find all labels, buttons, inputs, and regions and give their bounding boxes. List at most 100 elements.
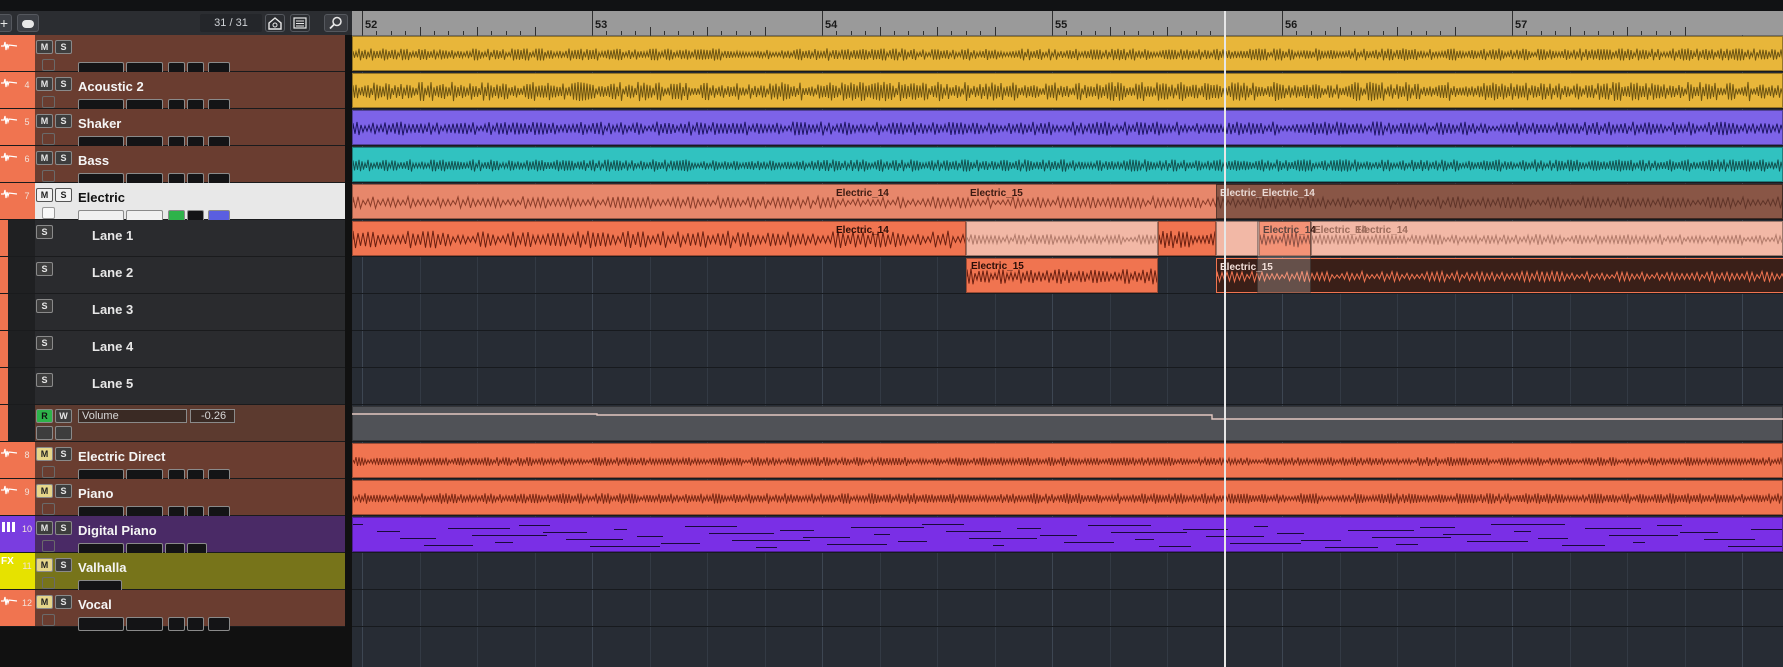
- track-row[interactable]: S Lane 3: [0, 294, 345, 331]
- track-name[interactable]: Bass: [78, 153, 109, 168]
- mute-button[interactable]: M: [36, 40, 53, 54]
- record-monitor-buttons[interactable]: [78, 617, 124, 631]
- track-checkbox[interactable]: [42, 133, 55, 145]
- solo-button[interactable]: S: [55, 40, 72, 54]
- solo-button[interactable]: S: [55, 114, 72, 128]
- lane-background: [352, 331, 1783, 368]
- track-row[interactable]: 9 M S Piano: [0, 479, 345, 520]
- add-track-button[interactable]: +: [0, 14, 12, 32]
- midi-region[interactable]: [352, 517, 1783, 552]
- automation-options-icon[interactable]: [36, 426, 53, 440]
- solo-button[interactable]: S: [55, 484, 72, 498]
- solo-button[interactable]: S: [36, 336, 53, 350]
- track-name[interactable]: Shaker: [78, 116, 121, 131]
- track-row[interactable]: S Lane 5: [0, 368, 345, 405]
- track-checkbox[interactable]: [42, 577, 55, 589]
- solo-button[interactable]: S: [55, 595, 72, 609]
- audio-region[interactable]: [352, 147, 1783, 182]
- beat-tick: [1339, 27, 1341, 35]
- edit-buttons[interactable]: [126, 617, 163, 631]
- solo-button[interactable]: S: [55, 558, 72, 572]
- audio-region[interactable]: [352, 36, 1783, 71]
- lane-background: [352, 590, 1783, 627]
- write-automation-button[interactable]: [187, 617, 204, 631]
- solo-button[interactable]: S: [36, 373, 53, 387]
- midi-note: [353, 524, 363, 525]
- solo-button[interactable]: S: [55, 151, 72, 165]
- home-button[interactable]: [265, 14, 285, 32]
- automation-read-button[interactable]: R: [36, 409, 53, 423]
- mute-button[interactable]: M: [36, 188, 53, 202]
- track-row[interactable]: S Lane 1: [0, 220, 345, 257]
- track-checkbox[interactable]: [42, 170, 55, 182]
- track-row[interactable]: S Lane 2: [0, 257, 345, 294]
- track-row[interactable]: 4 M S Acoustic 2: [0, 72, 345, 113]
- track-row[interactable]: FX 11 M S Valhalla: [0, 553, 345, 594]
- mute-button[interactable]: M: [36, 151, 53, 165]
- mute-button[interactable]: M: [36, 521, 53, 535]
- track-row[interactable]: 7 M S Electric: [0, 183, 345, 224]
- track-checkbox[interactable]: [42, 540, 55, 552]
- mute-button[interactable]: M: [36, 114, 53, 128]
- mute-button[interactable]: M: [36, 558, 53, 572]
- automation-write-button[interactable]: W: [55, 409, 72, 423]
- lock-icon[interactable]: [55, 426, 72, 440]
- ruler[interactable]: 52 53 54 55 56 57: [352, 11, 1783, 36]
- track-checkbox[interactable]: [42, 59, 55, 71]
- track-checkbox[interactable]: [42, 96, 55, 108]
- track-name[interactable]: Electric Direct: [78, 449, 165, 464]
- beat-tick: [649, 27, 651, 35]
- track-row[interactable]: 12 M S Vocal: [0, 590, 345, 631]
- track-checkbox[interactable]: [42, 466, 55, 478]
- track-name[interactable]: Digital Piano: [78, 523, 157, 538]
- track-row[interactable]: 10 M S Digital Piano: [0, 516, 345, 557]
- track-name[interactable]: Electric: [78, 190, 125, 205]
- mute-button[interactable]: M: [36, 447, 53, 461]
- mute-button[interactable]: M: [36, 595, 53, 609]
- audio-region[interactable]: [352, 443, 1783, 478]
- read-automation-button[interactable]: [168, 617, 185, 631]
- audio-region[interactable]: [352, 73, 1783, 108]
- audio-region[interactable]: [352, 110, 1783, 145]
- solo-button[interactable]: S: [55, 521, 72, 535]
- midi-note: [1609, 535, 1679, 536]
- track-row[interactable]: 8 M S Electric Direct: [0, 442, 345, 483]
- track-name[interactable]: Piano: [78, 486, 113, 501]
- track-row[interactable]: R W Volume -0.26: [0, 405, 345, 442]
- track-row[interactable]: 5 M S Shaker: [0, 109, 345, 150]
- track-name[interactable]: Acoustic 2: [78, 79, 144, 94]
- automation-curve[interactable]: [352, 405, 1783, 442]
- playhead-cursor[interactable]: [1224, 11, 1226, 667]
- audio-region[interactable]: [352, 480, 1783, 515]
- audio-region[interactable]: [1216, 221, 1259, 256]
- audio-region[interactable]: [1158, 221, 1216, 256]
- cloud-button[interactable]: [17, 14, 39, 32]
- track-checkbox[interactable]: [42, 503, 55, 515]
- midi-note: [803, 537, 851, 538]
- list-button[interactable]: [290, 14, 310, 32]
- track-row[interactable]: 6 M S Bass: [0, 146, 345, 187]
- solo-button[interactable]: S: [36, 299, 53, 313]
- automation-parameter[interactable]: Volume: [78, 409, 187, 423]
- bar-tick: [822, 11, 823, 35]
- audio-region[interactable]: Electric_15: [966, 258, 1158, 293]
- solo-button[interactable]: S: [55, 77, 72, 91]
- mute-button[interactable]: M: [36, 77, 53, 91]
- audio-region[interactable]: [966, 221, 1158, 256]
- track-name[interactable]: Valhalla: [78, 560, 126, 575]
- track-checkbox[interactable]: [42, 614, 55, 626]
- midi-note: [1585, 528, 1642, 529]
- midi-note: [1253, 526, 1268, 527]
- solo-button[interactable]: S: [36, 262, 53, 276]
- lanes-toggle-button[interactable]: [208, 617, 230, 631]
- mute-button[interactable]: M: [36, 484, 53, 498]
- solo-button[interactable]: S: [55, 188, 72, 202]
- track-checkbox[interactable]: [42, 207, 55, 219]
- solo-button[interactable]: S: [55, 447, 72, 461]
- track-name[interactable]: Vocal: [78, 597, 112, 612]
- solo-button[interactable]: S: [36, 225, 53, 239]
- track-row[interactable]: S Lane 4: [0, 331, 345, 368]
- automation-value[interactable]: -0.26: [190, 409, 235, 423]
- track-row[interactable]: MS: [0, 35, 345, 76]
- search-button[interactable]: [324, 14, 348, 32]
